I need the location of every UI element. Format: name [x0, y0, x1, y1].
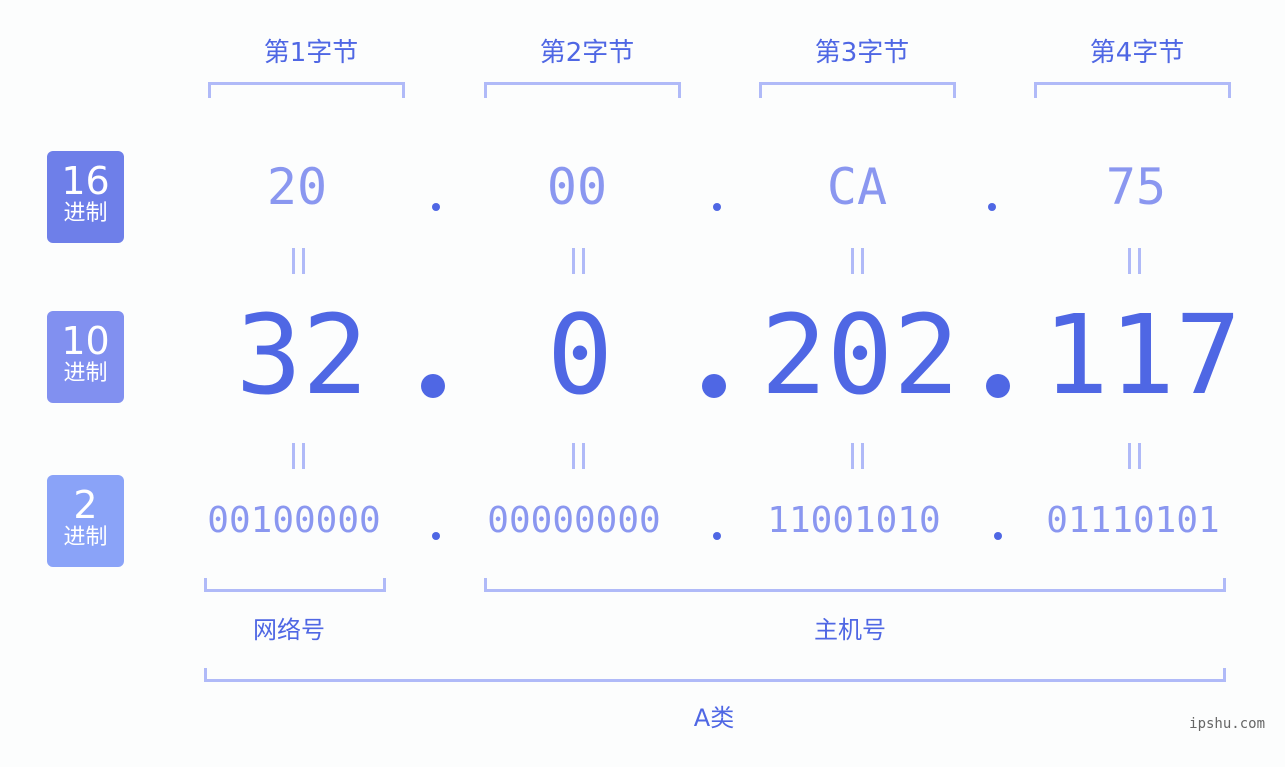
hex-value-1: 20 [266, 158, 328, 216]
bin-value-1: 00100000 [207, 500, 381, 541]
byte-bracket-2 [484, 82, 681, 98]
dec-separator-2 [702, 374, 726, 398]
hex-badge: 16 进制 [47, 151, 124, 243]
byte-header-3: 第3字节 [814, 38, 910, 68]
equals-icon [1128, 248, 1142, 274]
host-bracket [484, 578, 1226, 592]
bin-badge: 2 进制 [47, 475, 124, 567]
bin-value-3: 11001010 [767, 500, 941, 541]
dec-badge-number: 10 [61, 319, 110, 363]
hex-value-3: CA [826, 158, 888, 216]
byte-bracket-4 [1034, 82, 1231, 98]
byte-bracket-3 [759, 82, 956, 98]
class-bracket [204, 668, 1226, 682]
equals-icon [851, 443, 865, 469]
hex-badge-number: 16 [61, 159, 110, 203]
bin-separator-2 [713, 532, 721, 540]
hex-badge-label: 进制 [63, 201, 108, 226]
equals-icon [1128, 443, 1142, 469]
watermark: ipshu.com [1189, 716, 1265, 732]
byte-header-1: 第1字节 [263, 38, 359, 68]
class-label: A类 [693, 704, 735, 732]
bin-separator-3 [994, 532, 1002, 540]
hex-separator-3 [988, 203, 996, 211]
host-label: 主机号 [814, 616, 886, 644]
dec-value-3: 202 [760, 291, 960, 419]
byte-bracket-1 [208, 82, 405, 98]
dec-separator-3 [986, 374, 1010, 398]
equals-icon [292, 248, 306, 274]
bin-separator-1 [432, 532, 440, 540]
bin-badge-number: 2 [73, 483, 98, 527]
network-bracket [204, 578, 386, 592]
dec-value-4: 117 [1042, 291, 1242, 419]
network-label: 网络号 [253, 616, 325, 644]
hex-separator-1 [432, 203, 440, 211]
byte-header-4: 第4字节 [1089, 38, 1185, 68]
bin-value-2: 00000000 [487, 500, 661, 541]
byte-header-2: 第2字节 [539, 38, 635, 68]
hex-value-4: 75 [1105, 158, 1167, 216]
equals-icon [572, 443, 586, 469]
dec-value-1: 32 [235, 291, 369, 419]
dec-badge: 10 进制 [47, 311, 124, 403]
bin-badge-label: 进制 [63, 525, 108, 550]
dec-value-2: 0 [546, 291, 614, 419]
dec-badge-label: 进制 [63, 361, 108, 386]
equals-icon [572, 248, 586, 274]
hex-value-2: 00 [546, 158, 608, 216]
equals-icon [292, 443, 306, 469]
equals-icon [851, 248, 865, 274]
hex-separator-2 [713, 203, 721, 211]
bin-value-4: 01110101 [1046, 500, 1220, 541]
dec-separator-1 [421, 374, 445, 398]
